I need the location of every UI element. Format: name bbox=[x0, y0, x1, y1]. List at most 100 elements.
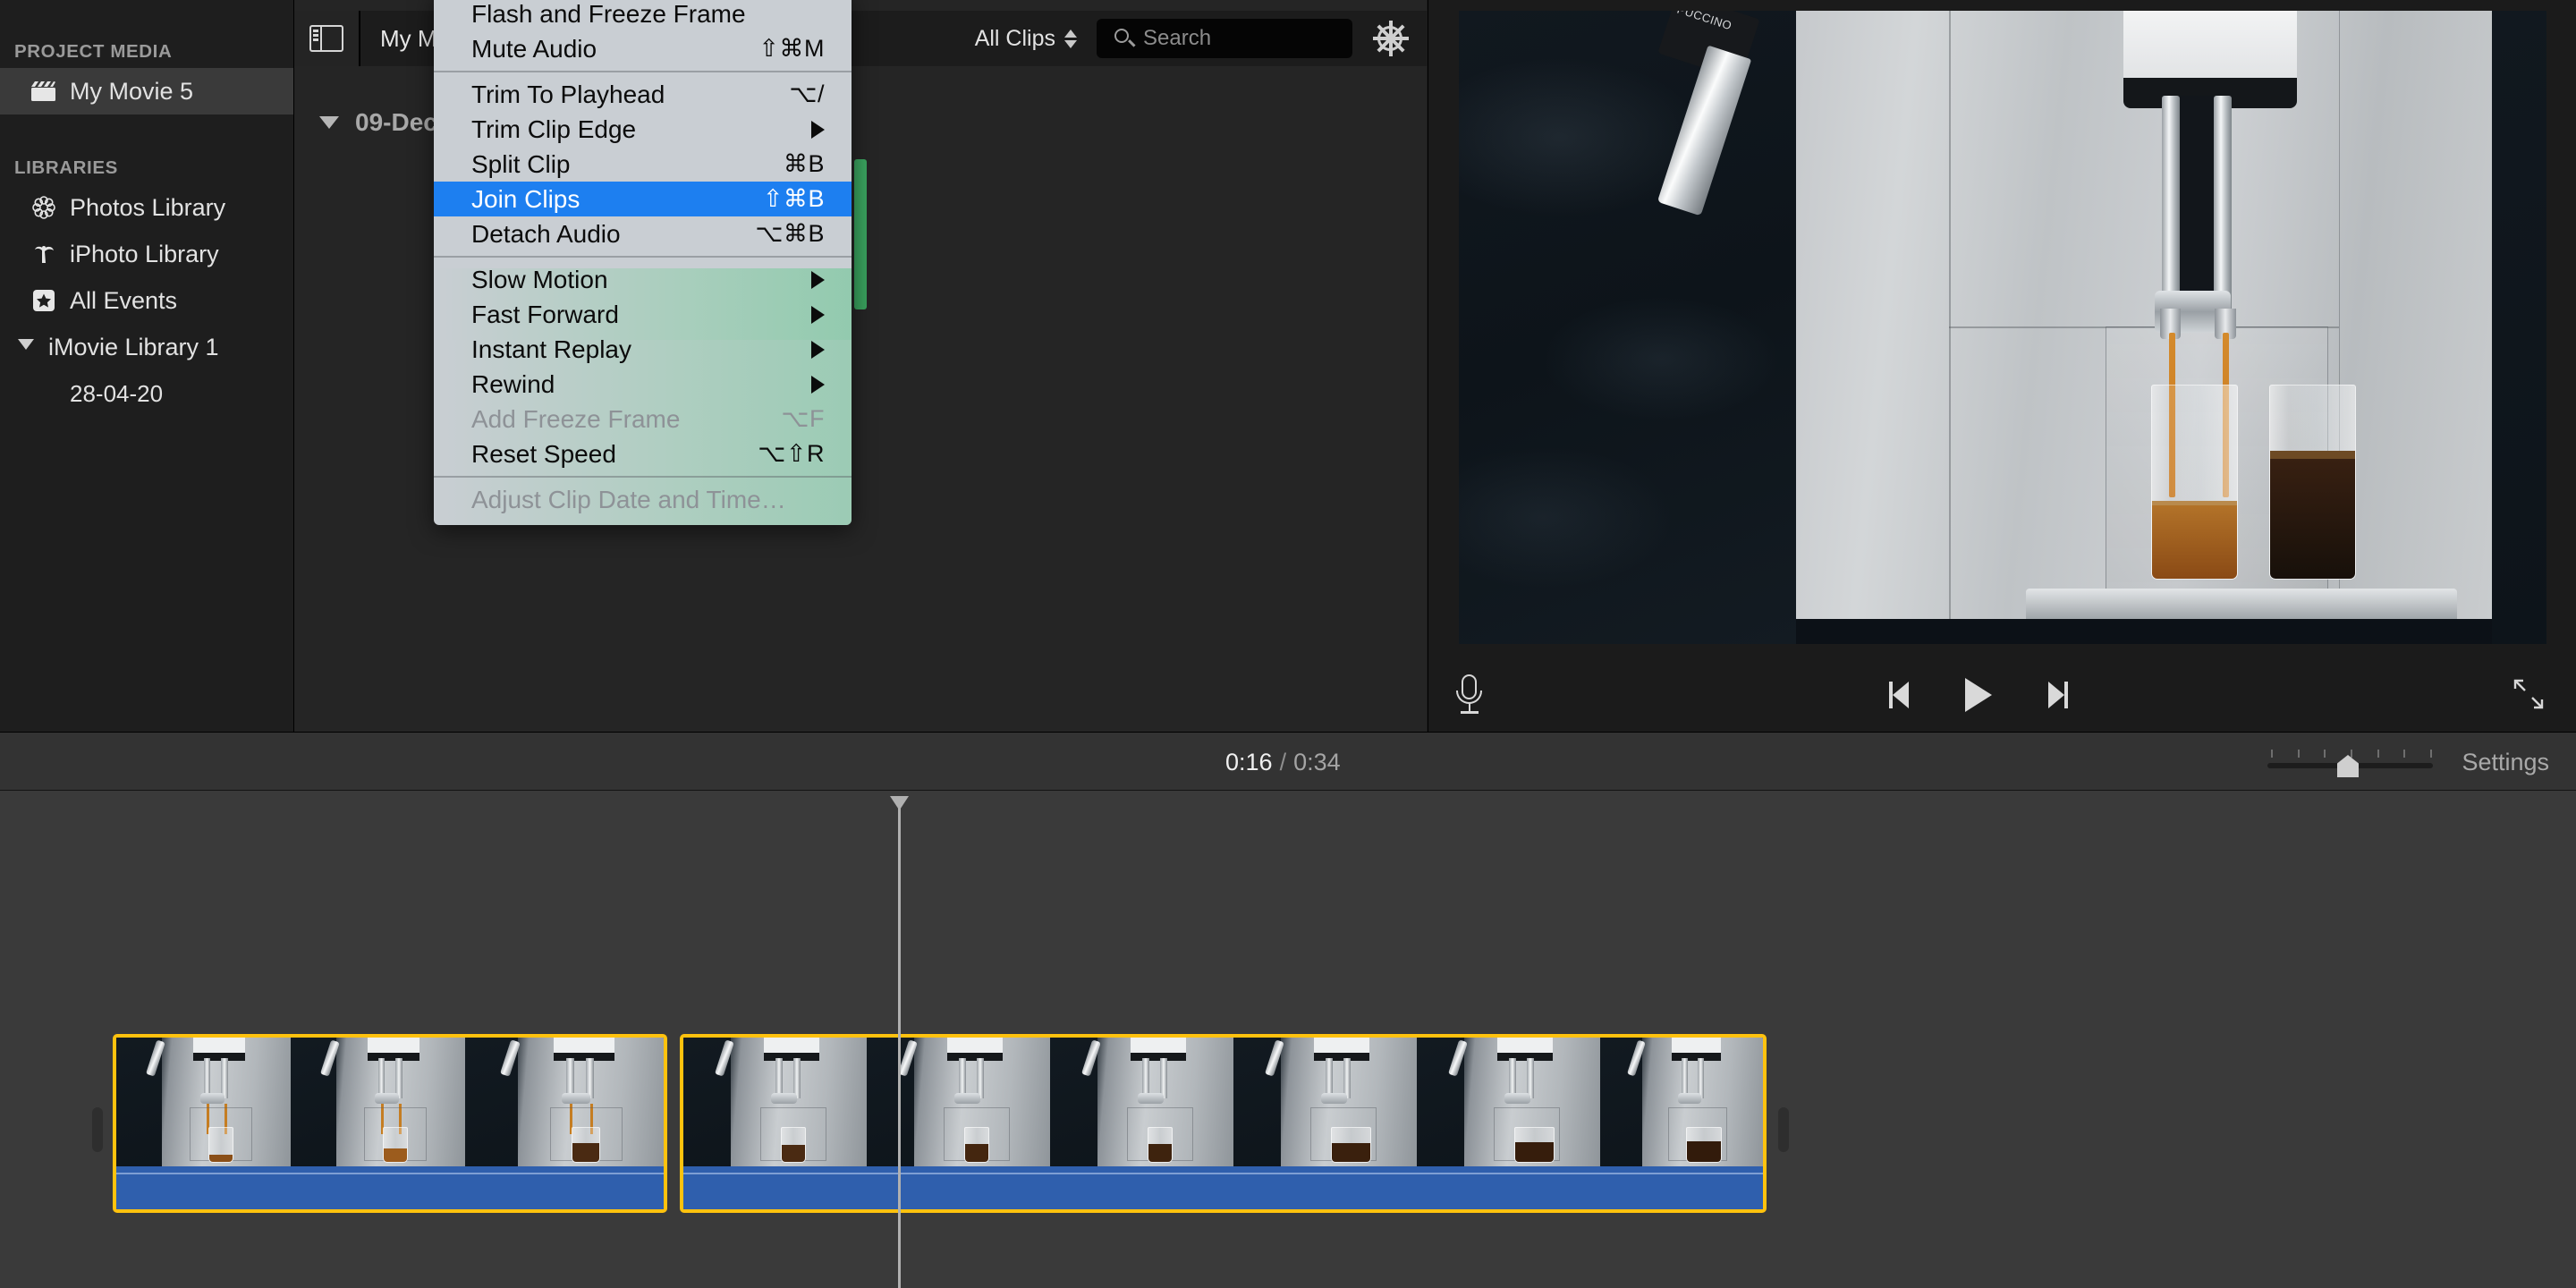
menu-item-flash-and-freeze-frame[interactable]: Flash and Freeze Frame bbox=[434, 0, 852, 31]
submenu-arrow-icon bbox=[811, 121, 825, 139]
zoom-slider[interactable] bbox=[2267, 750, 2433, 775]
stepper-icon[interactable] bbox=[1064, 30, 1077, 48]
timecode-display: 0:16/0:34 bbox=[1225, 749, 1341, 776]
clip-audio-track[interactable] bbox=[683, 1166, 1763, 1209]
menu-item-label: Detach Audio bbox=[471, 220, 755, 249]
skip-next-button[interactable] bbox=[2048, 682, 2068, 708]
menu-item-join-clips[interactable]: Join Clips⇧⌘B bbox=[434, 182, 852, 216]
sidebar-toggle-button[interactable] bbox=[294, 11, 360, 66]
sidebar-section-libraries: LIBRARIES bbox=[0, 114, 293, 184]
submenu-arrow-icon bbox=[811, 306, 825, 324]
search-input[interactable]: Search bbox=[1097, 19, 1352, 58]
browser-settings-button[interactable] bbox=[1352, 22, 1428, 55]
menu-item-label: Rewind bbox=[471, 370, 811, 399]
sidebar-item-my-movie-5[interactable]: My Movie 5 bbox=[0, 68, 293, 114]
menu-item-mute-audio[interactable]: Mute Audio⇧⌘M bbox=[434, 31, 852, 66]
menu-item-label: Trim Clip Edge bbox=[471, 115, 811, 144]
disclosure-triangle-icon[interactable] bbox=[319, 116, 339, 129]
sidebar-item-label: iPhoto Library bbox=[70, 241, 219, 268]
palm-tree-icon bbox=[30, 241, 57, 267]
sidebar-item-label: All Events bbox=[70, 287, 177, 315]
menu-item-shortcut: ⌥F bbox=[781, 405, 825, 433]
clip-audio-track[interactable] bbox=[116, 1166, 664, 1209]
sidebar-item-label: Photos Library bbox=[70, 194, 225, 222]
submenu-arrow-icon bbox=[811, 376, 825, 394]
photos-flower-icon bbox=[30, 194, 57, 221]
transport-controls bbox=[1889, 671, 2068, 719]
viewer-pane: PUCCINO bbox=[1428, 0, 2576, 732]
timeline-left-handle[interactable] bbox=[92, 1107, 103, 1152]
microphone-icon bbox=[1452, 674, 1487, 716]
browser-title: My M bbox=[360, 25, 437, 53]
menu-item-split-clip[interactable]: Split Clip⌘B bbox=[434, 147, 852, 182]
disclosure-triangle-icon[interactable] bbox=[13, 334, 39, 360]
sidebar-item-label: 28-04-20 bbox=[70, 380, 163, 408]
voiceover-button[interactable] bbox=[1428, 658, 1511, 732]
all-clips-filter[interactable]: All Clips bbox=[975, 26, 1077, 52]
zoom-slider-ticks bbox=[2271, 750, 2432, 758]
filmstrip bbox=[683, 1038, 1763, 1174]
sidebar-item-28-04-20[interactable]: 28-04-20 bbox=[0, 370, 293, 417]
clapperboard-icon bbox=[30, 78, 57, 105]
timeline-toolbar: 0:16/0:34 Settings bbox=[0, 732, 2576, 791]
menu-item-rewind[interactable]: Rewind bbox=[434, 367, 852, 402]
sidebar-item-label: My Movie 5 bbox=[70, 78, 193, 106]
submenu-arrow-icon bbox=[811, 271, 825, 289]
viewer-controls bbox=[1428, 658, 2576, 732]
context-menu[interactable]: Flash and Freeze FrameMute Audio⇧⌘M Trim … bbox=[434, 0, 852, 525]
timeline-settings-button[interactable]: Settings bbox=[2462, 749, 2549, 776]
menu-item-adjust-clip-date-and-time: Adjust Clip Date and Time… bbox=[434, 482, 852, 517]
menu-separator bbox=[434, 251, 852, 262]
menu-item-shortcut: ⌥/ bbox=[789, 80, 825, 108]
menu-item-trim-to-playhead[interactable]: Trim To Playhead⌥/ bbox=[434, 77, 852, 112]
sidebar-item-imovie-library-1[interactable]: iMovie Library 1 bbox=[0, 324, 293, 370]
timeline[interactable] bbox=[0, 791, 2576, 1288]
sidebar-item-label: iMovie Library 1 bbox=[48, 334, 219, 361]
menu-item-label: Flash and Freeze Frame bbox=[471, 0, 825, 29]
browser-event-label: 09-Dec bbox=[355, 108, 437, 137]
sidebar: PROJECT MEDIA My Movie 5 LIBRARIES P bbox=[0, 0, 293, 732]
sidebar-item-photos-library[interactable]: Photos Library bbox=[0, 184, 293, 231]
fullscreen-button[interactable] bbox=[2512, 678, 2545, 710]
menu-item-reset-speed[interactable]: Reset Speed⌥⇧R bbox=[434, 436, 852, 471]
menu-item-label: Add Freeze Frame bbox=[471, 405, 781, 434]
skip-previous-button[interactable] bbox=[1889, 682, 1909, 708]
menu-item-label: Slow Motion bbox=[471, 266, 811, 294]
menu-item-label: Adjust Clip Date and Time… bbox=[471, 486, 825, 514]
menu-item-shortcut: ⌘B bbox=[784, 150, 825, 178]
filmstrip bbox=[116, 1038, 664, 1174]
submenu-arrow-icon bbox=[811, 341, 825, 359]
video-preview[interactable]: PUCCINO bbox=[1459, 11, 2546, 644]
all-clips-label: All Clips bbox=[975, 26, 1055, 52]
menu-item-label: Mute Audio bbox=[471, 35, 758, 64]
menu-item-label: Fast Forward bbox=[471, 301, 811, 329]
total-time: 0:34 bbox=[1293, 749, 1341, 775]
menu-item-trim-clip-edge[interactable]: Trim Clip Edge bbox=[434, 112, 852, 147]
current-time: 0:16 bbox=[1225, 749, 1273, 775]
menu-item-label: Instant Replay bbox=[471, 335, 811, 364]
sidebar-item-iphoto-library[interactable]: iPhoto Library bbox=[0, 231, 293, 277]
menu-separator bbox=[434, 471, 852, 482]
play-button[interactable] bbox=[1965, 678, 1992, 712]
search-icon bbox=[1114, 29, 1129, 43]
menu-item-instant-replay[interactable]: Instant Replay bbox=[434, 332, 852, 367]
zoom-slider-thumb[interactable] bbox=[2337, 755, 2359, 777]
green-selection-edge bbox=[854, 159, 867, 309]
star-badge-icon bbox=[30, 287, 57, 314]
menu-item-slow-motion[interactable]: Slow Motion bbox=[434, 262, 852, 297]
timeline-right-handle[interactable] bbox=[1778, 1107, 1789, 1152]
menu-item-shortcut: ⇧⌘B bbox=[763, 185, 825, 213]
time-separator: / bbox=[1273, 749, 1294, 775]
sidebar-toggle-icon bbox=[309, 25, 343, 52]
menu-separator bbox=[434, 66, 852, 77]
sidebar-section-project-media: PROJECT MEDIA bbox=[0, 0, 293, 68]
menu-item-fast-forward[interactable]: Fast Forward bbox=[434, 297, 852, 332]
timeline-clip-2[interactable] bbox=[680, 1034, 1767, 1213]
gear-icon bbox=[1374, 22, 1406, 55]
menu-item-label: Reset Speed bbox=[471, 440, 758, 469]
timeline-clip-1[interactable] bbox=[113, 1034, 667, 1213]
playhead[interactable] bbox=[898, 796, 901, 1288]
sidebar-item-all-events[interactable]: All Events bbox=[0, 277, 293, 324]
menu-item-detach-audio[interactable]: Detach Audio⌥⌘B bbox=[434, 216, 852, 251]
menu-item-shortcut: ⌥⇧R bbox=[758, 440, 825, 468]
